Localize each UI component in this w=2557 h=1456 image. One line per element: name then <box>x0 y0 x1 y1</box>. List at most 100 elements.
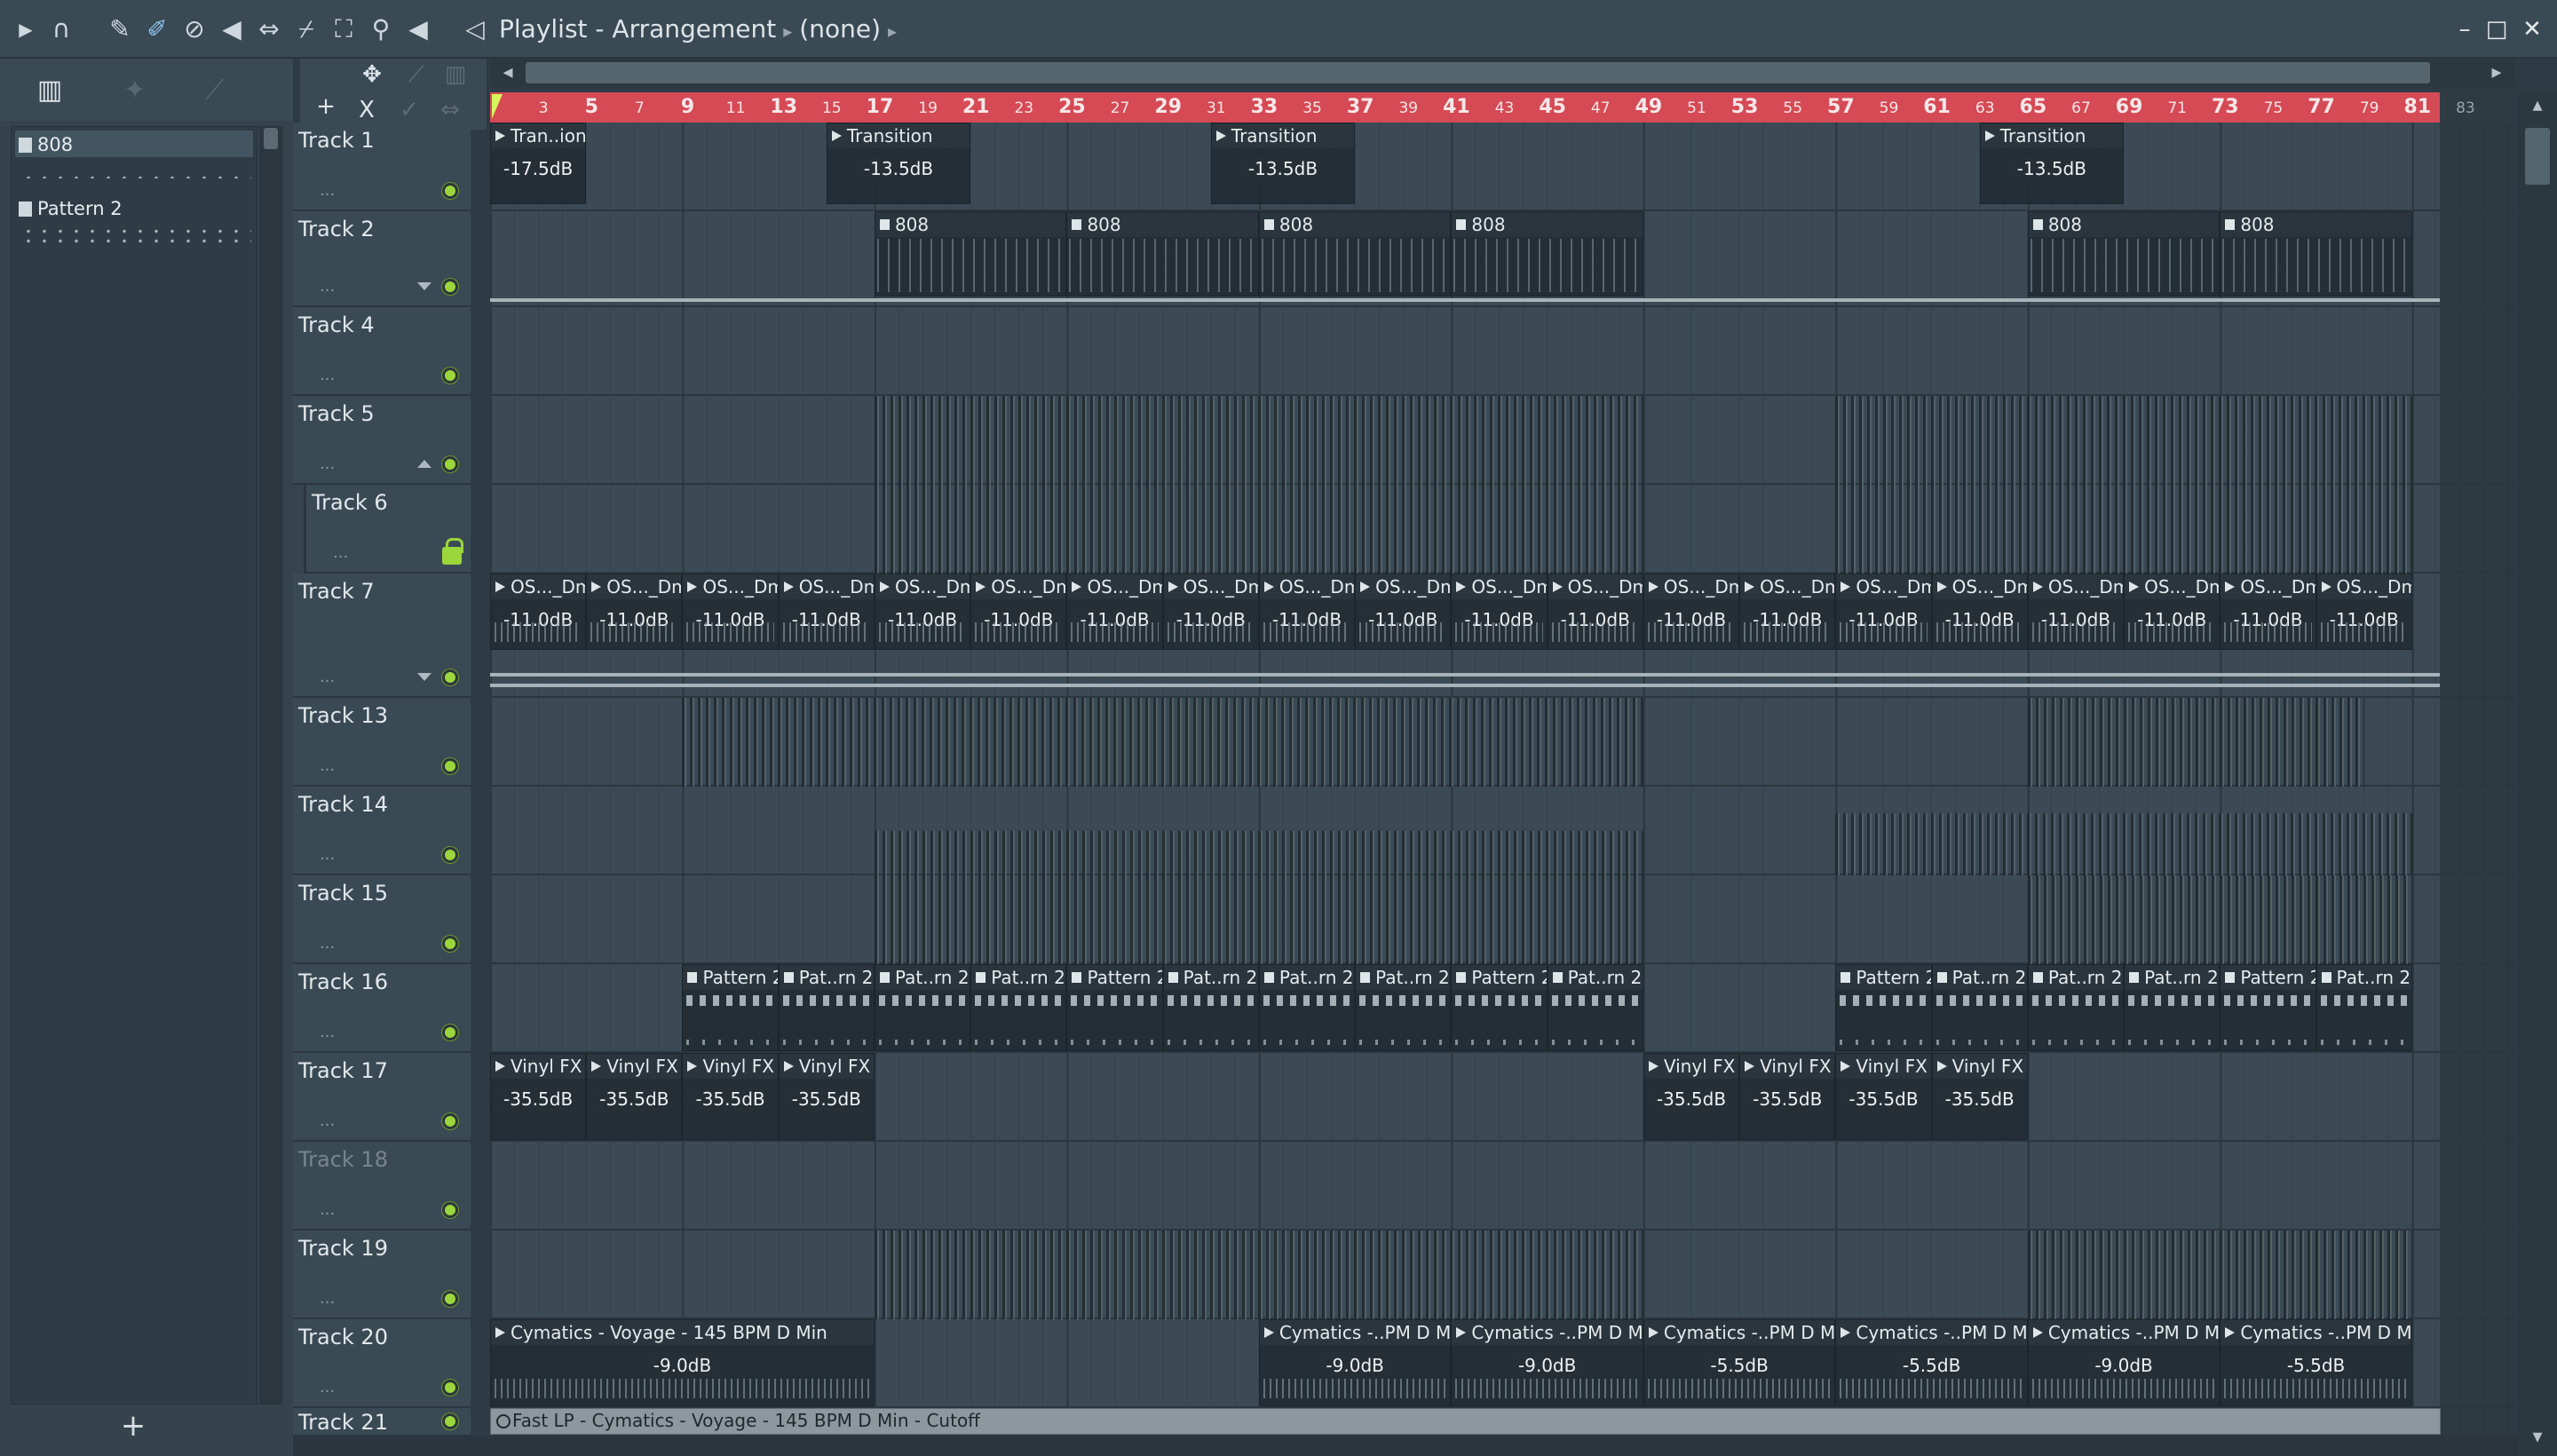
scroll-down-icon[interactable]: ▾ <box>2518 1424 2557 1451</box>
scroll-up-icon[interactable]: ▴ <box>2518 92 2557 119</box>
cymatics-clip[interactable]: Cymatics -..PM D Min -5.5dB <box>1835 1319 2028 1406</box>
os-dm-clip[interactable]: OS..._Dm -11.0dB <box>586 574 683 650</box>
os-dm-clip[interactable]: OS..._Dm -11.0dB <box>1258 574 1356 650</box>
vertical-scrollbar[interactable]: ▴ ▾ <box>2518 92 2557 1456</box>
os-dm-clip[interactable]: OS..._Dm -11.0dB <box>1451 574 1548 650</box>
transition-clip[interactable]: Tran..ion -17.5dB <box>490 123 587 204</box>
track-options-icon[interactable]: ... <box>320 1289 335 1308</box>
cymatics-clip[interactable]: Cymatics -..PM D Min -9.0dB <box>2027 1319 2221 1406</box>
track-enable-toggle[interactable] <box>442 1113 458 1129</box>
track-enable-toggle[interactable] <box>442 1025 458 1041</box>
track-name[interactable]: Track 20 <box>298 1325 388 1349</box>
pattern-2-clip[interactable]: Pattern 2 <box>1066 964 1163 1051</box>
track-enable-toggle[interactable] <box>442 368 458 384</box>
track-options-icon[interactable]: ... <box>320 1023 335 1041</box>
minimize-icon[interactable]: – <box>2449 12 2481 46</box>
track-name[interactable]: Track 16 <box>298 969 388 994</box>
track-name[interactable]: Track 6 <box>312 490 388 515</box>
track-enable-toggle[interactable] <box>442 936 458 952</box>
pattern-item-pattern-2[interactable]: Pattern 2 <box>15 194 253 260</box>
play-arrow-icon[interactable]: ▶ <box>9 12 43 46</box>
os-dm-clip[interactable]: OS..._Dm -11.0dB <box>1643 574 1740 650</box>
automation-clip-icon[interactable]: ⟋ <box>195 73 234 108</box>
os-dm-clip[interactable]: OS..._Dm -11.0dB <box>2027 574 2125 650</box>
os-dm-clip[interactable]: OS..._Dm -11.0dB <box>1931 574 2028 650</box>
track-options-icon[interactable]: ... <box>320 668 335 686</box>
track-header[interactable]: Track 7... <box>293 574 471 698</box>
vinyl-fx-clip[interactable]: Vinyl FX -35.5dB <box>778 1053 875 1140</box>
os-dm-clip[interactable]: OS..._Dm -11.0dB <box>490 574 587 650</box>
os-dm-clip[interactable]: OS..._Dm -11.0dB <box>970 574 1067 650</box>
maximize-icon[interactable]: □ <box>2481 12 2513 46</box>
select-icon[interactable]: ⛶ <box>327 12 360 46</box>
pattern-2-clip[interactable]: Pat..rn 2 <box>1931 964 2028 1051</box>
track-options-icon[interactable]: ... <box>320 934 335 953</box>
track-name[interactable]: Track 14 <box>298 792 388 817</box>
playback-icon[interactable]: ◀ <box>401 12 435 46</box>
os-dm-clip[interactable]: OS..._Dm -11.0dB <box>1547 574 1643 650</box>
vinyl-fx-clip[interactable]: Vinyl FX -35.5dB <box>586 1053 683 1140</box>
track-enable-toggle[interactable] <box>442 1291 458 1307</box>
track-header[interactable]: Track 14... <box>293 787 471 875</box>
vinyl-fx-clip[interactable]: Vinyl FX -35.5dB <box>682 1053 779 1140</box>
os-dm-clip[interactable]: OS..._Dm -11.0dB <box>1835 574 1932 650</box>
track-options-icon[interactable]: ... <box>320 1378 335 1397</box>
pattern-2-clip[interactable]: Pattern 2 <box>1451 964 1548 1051</box>
track-header[interactable]: Track 13... <box>293 698 471 787</box>
pattern-808-clip[interactable]: 808 <box>1451 211 1643 297</box>
track-name[interactable]: Track 13 <box>298 703 388 728</box>
pattern-item-808[interactable]: 808 <box>15 131 253 196</box>
pattern-808-clip[interactable]: 808 <box>2027 211 2221 297</box>
scroll-thumb[interactable] <box>2525 128 2550 185</box>
horizontal-scrollbar[interactable]: ◂ ▸ <box>490 59 2514 87</box>
add-pattern-button[interactable]: + <box>115 1408 151 1444</box>
track-enable-toggle[interactable] <box>442 1380 458 1396</box>
vinyl-fx-clip[interactable]: Vinyl FX -35.5dB <box>1835 1053 1932 1140</box>
timeline-ruler[interactable]: 3 5 7 9 11 13 15 17 19 21 23 25 27 29 31 33 35 37 39 41 43 45… <box>490 92 2514 123</box>
scroll-thumb[interactable] <box>526 62 2430 83</box>
track-options-icon[interactable]: ... <box>320 181 335 200</box>
track-options-icon[interactable]: ... <box>320 366 335 384</box>
link-icon[interactable]: ⟋ <box>400 59 433 91</box>
track-enable-toggle[interactable] <box>442 279 458 295</box>
track-name[interactable]: Track 1 <box>298 128 375 153</box>
expand-down-icon[interactable] <box>417 673 431 681</box>
transition-clip[interactable]: Transition -13.5dB <box>1210 123 1356 204</box>
arrows-icon[interactable]: ⇔ <box>433 94 467 126</box>
os-dm-clip[interactable]: OS..._Dm -11.0dB <box>2316 574 2412 650</box>
os-dm-clip[interactable]: OS..._Dm -11.0dB <box>874 574 971 650</box>
pattern-2-clip[interactable]: Pat..rn 2 <box>2027 964 2125 1051</box>
speaker-icon[interactable]: ◁ <box>458 12 492 46</box>
track-enable-toggle[interactable] <box>442 183 458 199</box>
scroll-thumb[interactable] <box>264 128 278 149</box>
track-options-icon[interactable]: ... <box>320 845 335 864</box>
os-dm-clip[interactable]: OS..._Dm -11.0dB <box>2220 574 2316 650</box>
track-header[interactable]: Track 18... <box>293 1142 471 1230</box>
pattern-2-clip[interactable]: Pattern 2 <box>1835 964 1932 1051</box>
cymatics-clip[interactable]: Cymatics -..PM D Min -5.5dB <box>1643 1319 1836 1406</box>
playhead-marker[interactable] <box>492 94 503 119</box>
vinyl-fx-clip[interactable]: Vinyl FX -35.5dB <box>490 1053 587 1140</box>
collapse-up-icon[interactable] <box>417 460 431 468</box>
slice-icon[interactable]: ⌿ <box>289 12 323 46</box>
track-options-icon[interactable]: ... <box>320 756 335 775</box>
track-options-icon[interactable]: ... <box>320 1200 335 1219</box>
track-enable-toggle[interactable] <box>442 669 458 685</box>
track-name[interactable]: Track 18 <box>298 1147 388 1172</box>
pencil-icon[interactable]: ✎ <box>103 12 137 46</box>
magnet-icon[interactable]: ∩ <box>44 12 78 46</box>
track-name[interactable]: Track 5 <box>298 401 375 426</box>
track-header[interactable]: Track 21 <box>293 1408 471 1436</box>
track-options-icon[interactable]: ... <box>320 1112 335 1130</box>
pattern-2-clip[interactable]: Pat..rn 2 <box>970 964 1067 1051</box>
os-dm-clip[interactable]: OS..._Dm -11.0dB <box>1066 574 1163 650</box>
pattern-2-clip[interactable]: Pat..rn 2 <box>874 964 971 1051</box>
slip-icon[interactable]: ⇔ <box>252 12 286 46</box>
track-header[interactable]: Track 19... <box>293 1230 471 1319</box>
pattern-808-clip[interactable]: 808 <box>1066 211 1259 297</box>
track-enable-toggle[interactable] <box>442 847 458 863</box>
track-name[interactable]: Track 7 <box>298 579 375 604</box>
cymatics-clip[interactable]: Cymatics - Voyage - 145 BPM D Min -9.0dB <box>490 1319 875 1406</box>
cymatics-clip[interactable]: Cymatics -..PM D Min -9.0dB <box>1258 1319 1452 1406</box>
track-enable-toggle[interactable] <box>442 1202 458 1218</box>
